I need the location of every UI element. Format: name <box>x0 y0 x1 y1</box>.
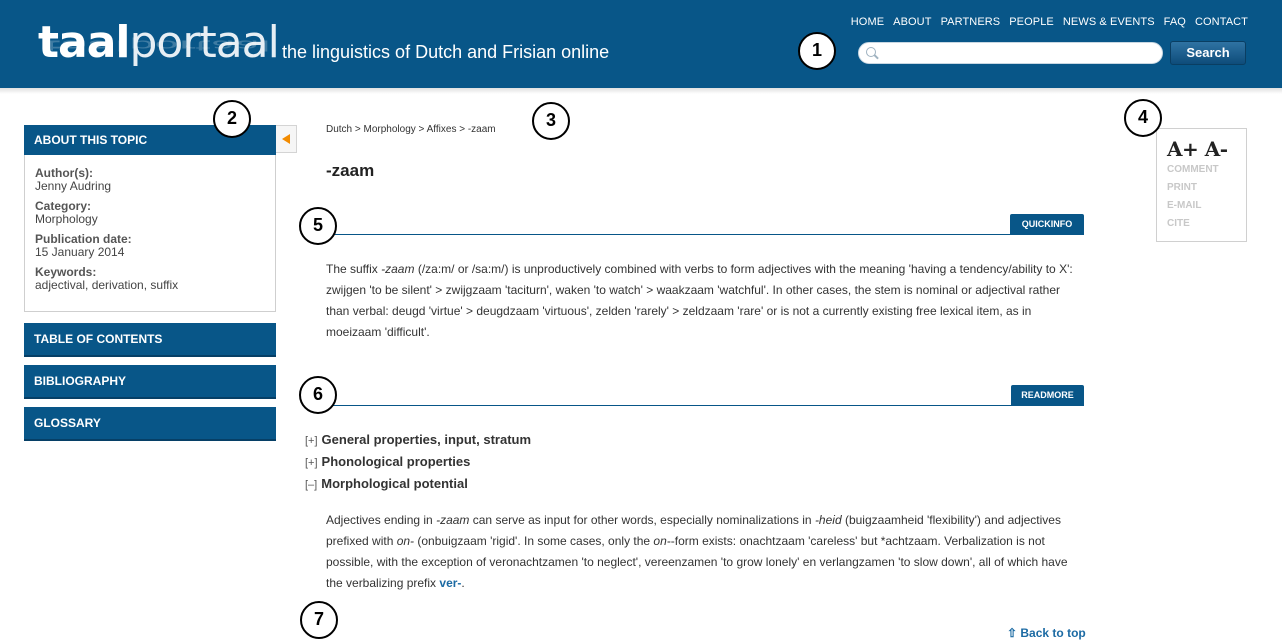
print-link[interactable]: PRINT <box>1167 179 1236 197</box>
search-button[interactable]: Search <box>1170 41 1246 65</box>
quickinfo-tab[interactable]: QUICKINFO <box>1010 214 1084 234</box>
cite-link[interactable]: CITE <box>1167 215 1236 233</box>
section-toggle-morphological-potential[interactable]: [–] Morphological potential <box>305 476 468 491</box>
publication-date-label: Publication date: <box>35 232 132 246</box>
marker-4: 4 <box>1124 99 1162 137</box>
nav-faq[interactable]: FAQ <box>1164 16 1186 28</box>
glossary-button[interactable]: GLOSSARY <box>24 407 276 439</box>
font-size-control: A+ A- <box>1167 137 1236 161</box>
comment-link[interactable]: COMMENT <box>1167 161 1236 179</box>
keywords-label: Keywords: <box>35 265 97 279</box>
marker-5: 5 <box>299 207 337 245</box>
quickinfo-text: The suffix -zaam (/za:m/ or /sa:m/) is u… <box>326 262 1073 339</box>
nav-contact[interactable]: CONTACT <box>1195 16 1248 28</box>
site-header: taalportaal taalportaal the linguistics … <box>0 0 1282 88</box>
section-toggle-general-properties[interactable]: [+] General properties, input, stratum <box>305 432 531 447</box>
marker-7: 7 <box>300 601 338 639</box>
publication-date-value: 15 January 2014 <box>35 245 125 259</box>
nav-home[interactable]: HOME <box>851 16 884 28</box>
author-label: Author(s): <box>35 166 93 180</box>
search-box <box>858 42 1163 64</box>
table-of-contents-button[interactable]: TABLE OF CONTENTS <box>24 323 276 355</box>
search-icon <box>866 47 876 57</box>
logo-reflection: taalportaal <box>42 37 271 54</box>
marker-3: 3 <box>532 102 570 140</box>
ver-prefix-link[interactable]: ver- <box>439 576 461 590</box>
morphological-potential-text: Adjectives ending in -zaam can serve as … <box>326 513 1068 590</box>
marker-1: 1 <box>798 32 836 70</box>
marker-2: 2 <box>213 100 251 138</box>
email-link[interactable]: E-MAIL <box>1167 197 1236 215</box>
site-tagline: the linguistics of Dutch and Frisian onl… <box>282 42 610 62</box>
nav-news-events[interactable]: NEWS & EVENTS <box>1063 16 1155 28</box>
author-value: Jenny Audring <box>35 179 112 193</box>
nav-partners[interactable]: PARTNERS <box>941 16 1001 28</box>
nav-about[interactable]: ABOUT <box>893 16 931 28</box>
readmore-tab[interactable]: READMORE <box>1011 385 1084 405</box>
back-to-top-link[interactable]: ⇧ Back to top <box>1007 626 1086 640</box>
font-increase-button[interactable]: A+ <box>1167 137 1199 161</box>
breadcrumb[interactable]: Dutch > Morphology > Affixes > -zaam <box>326 124 496 135</box>
page-title: -zaam <box>326 161 375 180</box>
search-input[interactable] <box>879 45 1157 61</box>
marker-6: 6 <box>299 376 337 414</box>
category-value: Morphology <box>35 212 98 226</box>
page-tools-panel: A+ A- COMMENT PRINT E-MAIL CITE <box>1156 128 1247 242</box>
font-decrease-button[interactable]: A- <box>1205 137 1228 161</box>
about-topic-panel: Author(s): Jenny Audring Category: Morph… <box>24 155 276 312</box>
keywords-value: adjectival, derivation, suffix <box>35 278 179 292</box>
nav-people[interactable]: PEOPLE <box>1009 16 1054 28</box>
bibliography-button[interactable]: BIBLIOGRAPHY <box>24 365 276 397</box>
quickinfo-divider <box>316 234 1084 235</box>
collapse-sidebar-arrow-icon[interactable] <box>276 125 297 153</box>
category-label: Category: <box>35 199 92 213</box>
header-shadow <box>0 88 1282 94</box>
readmore-divider <box>316 405 1084 406</box>
section-toggle-phonological-properties[interactable]: [+] Phonological properties <box>305 454 470 469</box>
top-navigation: HOME ABOUT PARTNERS PEOPLE NEWS & EVENTS… <box>851 16 1248 28</box>
